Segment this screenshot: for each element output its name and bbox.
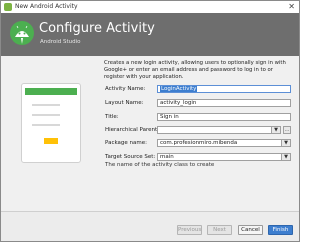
target-source-set-combobox[interactable]: main ▼ [157, 153, 291, 161]
android-app-icon [4, 3, 12, 11]
preview-button [44, 138, 58, 144]
layout-name-input[interactable]: activity_login [157, 99, 291, 107]
dialog-content: Creates a new login activity, allowing u… [1, 56, 299, 211]
finish-button[interactable]: Finish [268, 225, 293, 235]
hierarchical-parent-row: Hierarchical Parent: ▼ … [105, 126, 291, 135]
preview-field-line [32, 124, 60, 126]
chevron-down-icon[interactable]: ▼ [281, 154, 290, 160]
package-name-label: Package name: [105, 140, 147, 146]
preview-field-line [32, 104, 60, 106]
browse-button[interactable]: … [283, 126, 291, 134]
title-row: Title: Sign in [105, 113, 291, 122]
hierarchical-parent-combobox[interactable]: ▼ [157, 126, 281, 134]
page-title: Configure Activity [39, 21, 155, 36]
cancel-button[interactable]: Cancel [238, 225, 263, 235]
title-input[interactable]: Sign in [157, 113, 291, 121]
target-source-set-value: main [160, 154, 174, 160]
dialog-footer: Previous Next Cancel Finish [1, 212, 299, 241]
page-subtitle: Android Studio [40, 39, 81, 45]
dialog-header: Configure Activity Android Studio [1, 13, 299, 56]
layout-name-label: Layout Name: [105, 100, 144, 106]
target-source-set-label: Target Source Set: [105, 154, 156, 160]
window-title: New Android Activity [15, 3, 78, 10]
new-activity-dialog: New Android Activity ✕ Configure Activit… [0, 0, 300, 242]
preview-action-bar [25, 88, 77, 95]
android-studio-logo-icon [10, 21, 34, 45]
layout-name-row: Layout Name: activity_login [105, 99, 291, 108]
chevron-down-icon[interactable]: ▼ [271, 127, 280, 133]
template-description: Creates a new login activity, allowing u… [104, 60, 286, 80]
close-icon[interactable]: ✕ [288, 1, 295, 12]
activity-name-input[interactable]: LoginActivity [157, 85, 291, 93]
package-name-combobox[interactable]: com.profesionmiro.mibenda ▼ [157, 139, 291, 147]
target-source-set-row: Target Source Set: main ▼ [105, 153, 291, 162]
next-button[interactable]: Next [207, 225, 232, 235]
package-name-row: Package name: com.profesionmiro.mibenda … [105, 139, 291, 148]
previous-button[interactable]: Previous [177, 225, 202, 235]
activity-name-value: LoginActivity [160, 86, 198, 92]
field-hint: The name of the activity class to create [105, 162, 215, 168]
package-name-value: com.profesionmiro.mibenda [160, 140, 238, 146]
preview-field-line [32, 114, 60, 116]
title-label: Title: [105, 114, 119, 120]
activity-preview-image [21, 83, 81, 163]
hierarchical-parent-label: Hierarchical Parent: [105, 127, 159, 133]
activity-name-row: Activity Name: LoginActivity [105, 85, 291, 94]
activity-name-label: Activity Name: [105, 86, 146, 92]
chevron-down-icon[interactable]: ▼ [281, 140, 290, 146]
